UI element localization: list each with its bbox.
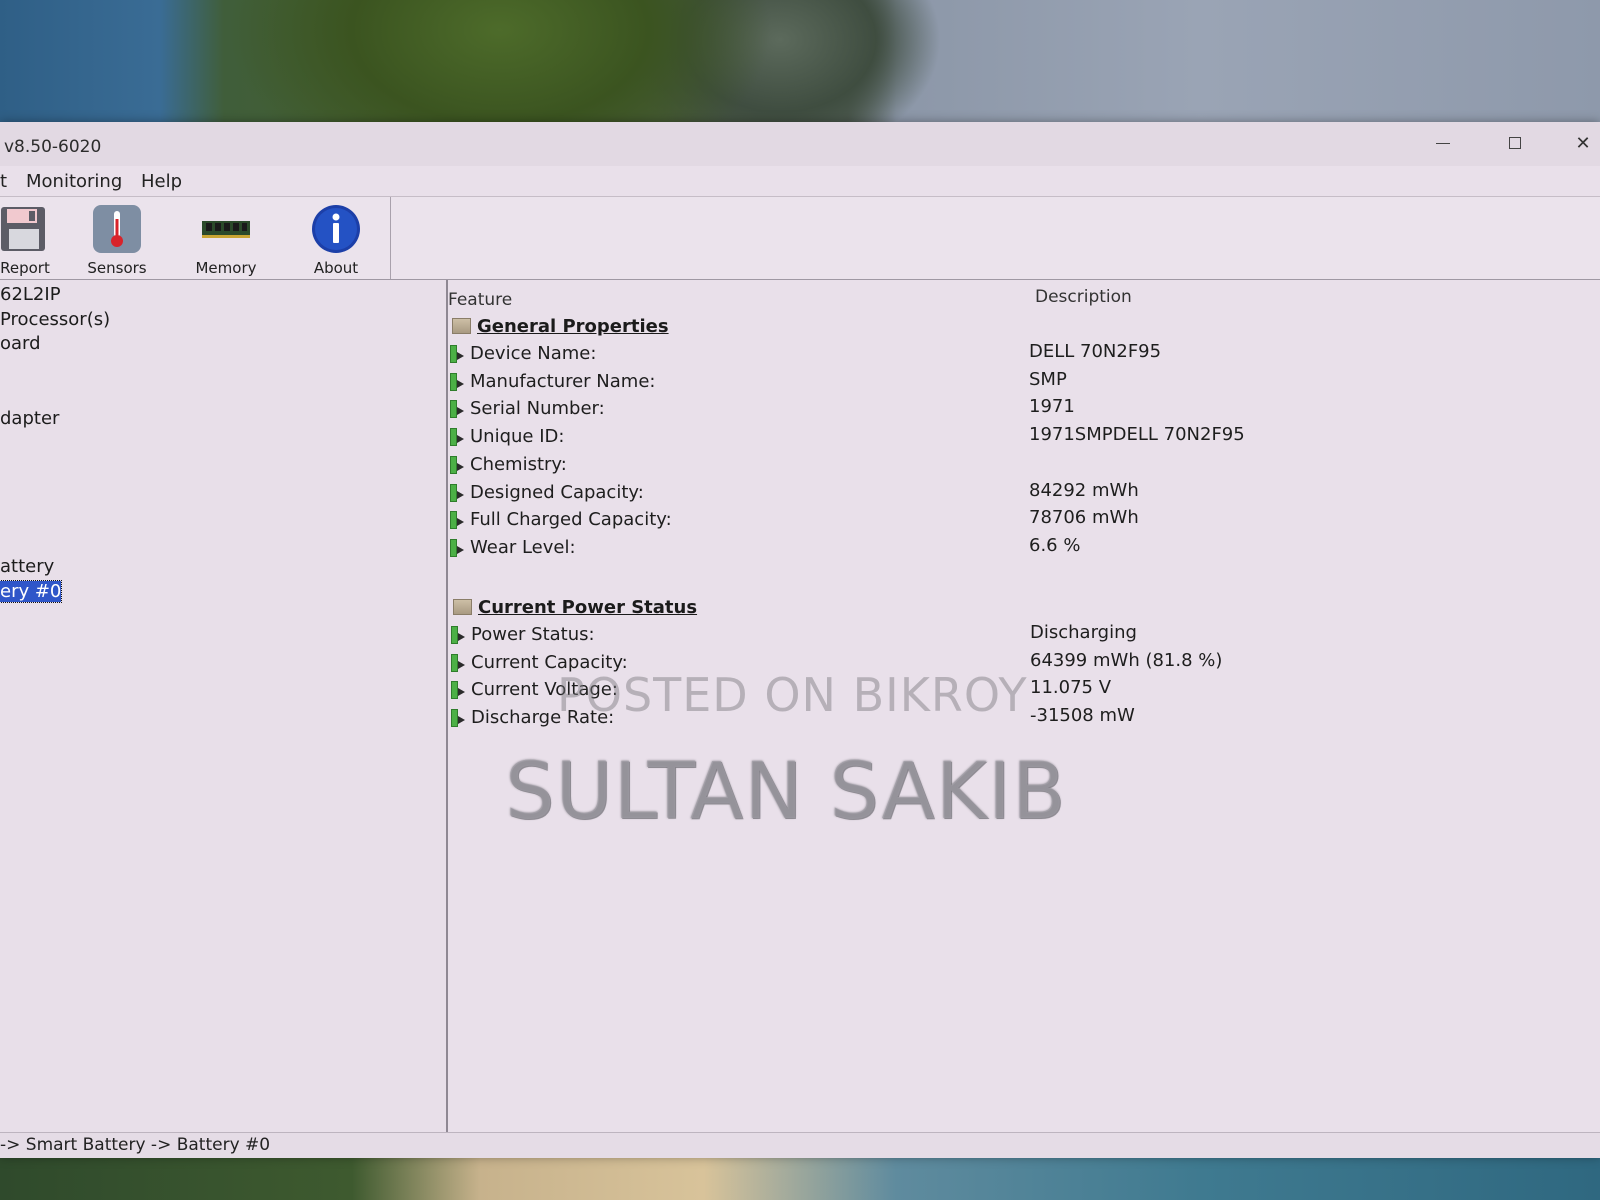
memory-button[interactable]: Memory (181, 203, 271, 277)
tree-item[interactable]: oard (0, 333, 41, 354)
menu-item-help[interactable]: Help (141, 171, 182, 192)
floppy-disk-icon (0, 203, 51, 255)
battery-icon (448, 483, 466, 503)
property-value: 1971 (1029, 396, 1075, 418)
property-row[interactable]: Designed Capacity: 84292 mWh (448, 480, 1588, 506)
column-header-description[interactable]: Description (1035, 287, 1132, 307)
group-title: General Properties (477, 315, 669, 337)
property-name: Chemistry: (470, 453, 567, 475)
battery-icon (449, 708, 467, 728)
property-value: 1971SMPDELL 70N2F95 (1029, 424, 1245, 446)
about-button[interactable]: About (291, 203, 381, 277)
sensors-button[interactable]: Sensors (72, 203, 162, 277)
group-title: Current Power Status (478, 596, 698, 618)
property-row[interactable]: Power Status: Discharging (449, 622, 1589, 648)
toolbar-separator (390, 197, 391, 279)
property-name: Serial Number: (470, 398, 605, 420)
battery-icon (449, 625, 467, 645)
maximize-button[interactable] (1492, 128, 1538, 158)
battery-icon (448, 427, 466, 447)
info-icon (310, 203, 362, 255)
desktop-wallpaper-bottom (0, 1155, 1600, 1200)
battery-icon (448, 344, 466, 364)
menu-bar: t Monitoring Help (0, 166, 1600, 197)
close-icon: ✕ (1575, 132, 1591, 154)
battery-icon (448, 372, 466, 392)
close-button[interactable]: ✕ (1560, 128, 1600, 158)
thermometer-icon (91, 203, 143, 255)
property-name: Power Status: (471, 624, 595, 645)
property-value: 11.075 V (1030, 677, 1112, 699)
memory-label: Memory (195, 259, 257, 277)
property-value: 78706 mWh (1029, 507, 1139, 529)
sensors-label: Sensors (87, 259, 147, 277)
property-value: 64399 mWh (81.8 %) (1030, 649, 1223, 671)
property-row[interactable]: Wear Level: 6.6 % (448, 535, 1588, 561)
property-row[interactable]: Serial Number: 1971 (448, 396, 1588, 422)
battery-icon (449, 680, 467, 700)
property-name: Full Charged Capacity: (470, 509, 672, 531)
property-value: Discharging (1030, 622, 1137, 643)
property-name: Designed Capacity: (470, 481, 644, 503)
property-row[interactable]: Unique ID: 1971SMPDELL 70N2F95 (448, 424, 1588, 450)
report-button[interactable]: Report (0, 203, 70, 277)
property-value: 6.6 % (1029, 534, 1081, 556)
property-name: Manufacturer Name: (470, 370, 656, 392)
watermark-name: SULTAN SAKIB (505, 747, 1067, 837)
app-window: v8.50-6020 ✕ t Monitoring Help Report Se… (0, 122, 1600, 1158)
battery-icon (448, 399, 466, 419)
group-general-properties: General Properties (452, 314, 669, 338)
property-row[interactable]: Manufacturer Name: SMP (448, 369, 1588, 395)
maximize-icon (1509, 137, 1521, 149)
minimize-icon (1436, 142, 1450, 144)
group-icon (453, 599, 472, 615)
window-title: v8.50-6020 (4, 137, 102, 157)
battery-icon (448, 538, 466, 558)
report-label: Report (0, 259, 50, 277)
title-bar[interactable]: v8.50-6020 ✕ (0, 122, 1600, 166)
property-value: DELL 70N2F95 (1029, 341, 1162, 362)
memory-chip-icon (200, 203, 252, 255)
minimize-button[interactable] (1420, 128, 1466, 158)
property-value: SMP (1029, 368, 1067, 390)
device-tree[interactable]: 62L2IP Processor(s) oard dapter attery e… (0, 280, 448, 1132)
toolbar: Report Sensors Memory About (0, 197, 1600, 280)
tree-item[interactable]: 62L2IP (0, 284, 61, 305)
status-bar: -> Smart Battery -> Battery #0 (0, 1132, 1600, 1158)
battery-icon (448, 455, 466, 475)
tree-item[interactable]: attery (0, 556, 54, 577)
property-row[interactable]: Full Charged Capacity: 78706 mWh (448, 507, 1588, 533)
property-name: Unique ID: (470, 426, 565, 448)
tree-item[interactable]: dapter (0, 408, 59, 429)
column-header-feature[interactable]: Feature (448, 290, 512, 310)
property-row[interactable]: Chemistry: (448, 452, 1588, 478)
battery-icon (448, 510, 466, 530)
property-value: -31508 mW (1030, 705, 1135, 727)
group-current-power-status: Current Power Status (453, 595, 697, 619)
property-value: 84292 mWh (1029, 479, 1139, 501)
about-label: About (313, 259, 359, 277)
tree-item-selected[interactable]: ery #0 (0, 580, 63, 603)
group-icon (452, 318, 471, 334)
menu-item-monitoring[interactable]: Monitoring (26, 171, 122, 192)
menu-item-partial[interactable]: t (0, 171, 7, 192)
battery-icon (449, 653, 467, 673)
property-name: Wear Level: (470, 536, 576, 558)
property-name: Device Name: (470, 343, 597, 364)
property-row[interactable]: Device Name: DELL 70N2F95 (448, 341, 1588, 367)
status-path: -> Smart Battery -> Battery #0 (0, 1135, 271, 1155)
tree-item[interactable]: Processor(s) (0, 309, 110, 330)
watermark-posted: POSTED ON BIKROY (557, 668, 1028, 722)
